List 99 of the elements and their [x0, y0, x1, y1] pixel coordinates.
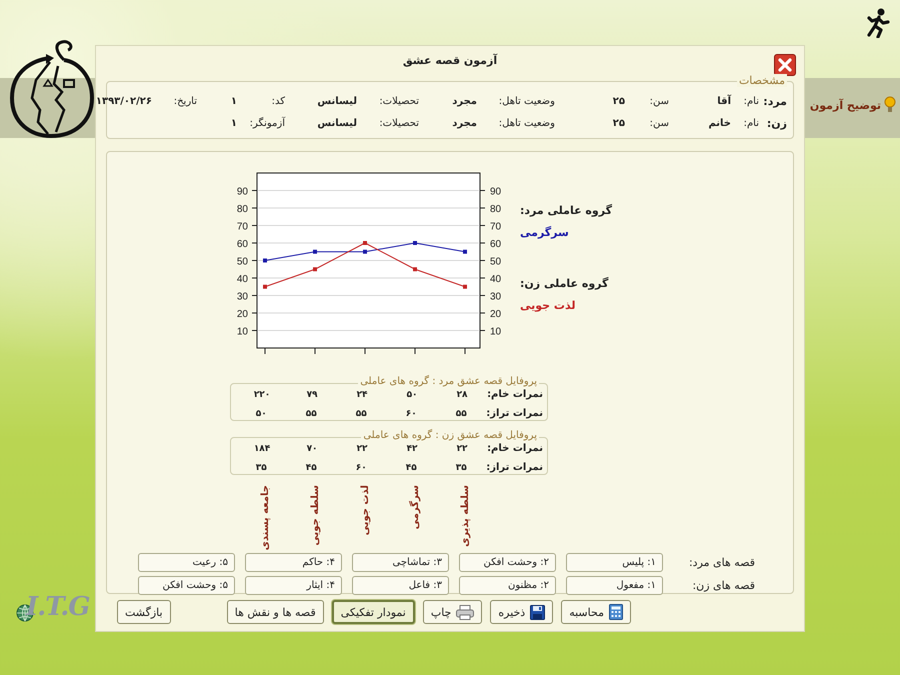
score-row-label: نمرات تراز: [486, 462, 544, 473]
factor-group-value: لذت جویی [520, 299, 576, 312]
score-value: ۵۵ [304, 408, 318, 418]
story-field: ۳: فاعل [352, 576, 449, 595]
field-value: ۲۵ [612, 118, 625, 128]
brand-logo-text: I.T.G [26, 592, 90, 622]
axis-tick-label: 20 [490, 309, 502, 320]
field-value: لیسانس [316, 118, 357, 128]
field-label: تحصیلات: [378, 96, 419, 106]
axis-tick-label: 30 [236, 292, 248, 302]
score-row-label: نمرات تراز: [486, 408, 544, 419]
story-field: ۱: پلیس [566, 553, 663, 572]
field-value: خانم [707, 118, 731, 128]
field-label: وضعیت تاهل: [498, 96, 555, 106]
field-label: نام: [742, 96, 759, 106]
score-value: ۶۰ [354, 462, 368, 472]
field-value: لیسانس [316, 96, 357, 106]
factor-name: جامعه پسندی [260, 485, 270, 550]
axis-tick-label: 40 [490, 274, 502, 285]
field-label: کد: [270, 96, 285, 106]
score-row-label: نمرات خام: [487, 443, 544, 454]
story-field: ۴: ایثار [245, 576, 342, 595]
score-value: ۷۹ [306, 390, 319, 400]
field-value: آقا [716, 96, 731, 106]
axis-tick-label: 30 [490, 292, 502, 302]
axis-tick-label: 50 [236, 256, 248, 268]
axis-tick-label: 60 [236, 239, 248, 250]
field-value: ۱۳۹۳/۰۲/۲۶ [96, 96, 152, 106]
factor-name: سرگرمی [410, 485, 420, 530]
story-field: ۳: تماشاچی [352, 553, 449, 572]
axis-tick-label: 70 [236, 222, 248, 232]
score-group-legend: پروفایل قصه عشق زن : گروه های عاملی [361, 430, 539, 441]
factor-group-label: گروه عاملی مرد: [520, 204, 612, 217]
score-value: ۲۲۰ [252, 390, 272, 400]
action-button[interactable]: ذخیره [490, 600, 554, 624]
score-row-label: نمرات خام: [487, 389, 544, 400]
help-link[interactable]: توضیح آزمون [810, 98, 881, 112]
story-field: ۲: وحشت افکن [459, 553, 556, 572]
stories-label: قصه های مرد: [688, 556, 755, 569]
axis-tick-label: 80 [490, 204, 502, 215]
field-label: آزمونگر: [248, 118, 285, 128]
field-label: وضعیت تاهل: [498, 118, 555, 128]
field-label: سن: [648, 118, 669, 128]
field-value: مجرد [451, 118, 477, 128]
field-label: تاریخ: [172, 96, 197, 106]
field-value: مجرد [451, 96, 477, 106]
field-value: ۲۵ [612, 96, 625, 106]
score-value: ۵۵ [354, 408, 368, 418]
story-field: ۲: مظنون [459, 576, 556, 595]
score-group-legend: پروفایل قصه عشق مرد : گروه های عاملی [358, 376, 539, 387]
score-value: ۵۰ [406, 390, 419, 400]
score-value: ۵۰ [254, 408, 268, 418]
factor-group-value: سرگرمی [520, 226, 569, 239]
score-value: ۶۰ [404, 408, 418, 418]
axis-tick-label: 60 [490, 239, 502, 250]
score-value: ۱۸۴ [252, 444, 272, 454]
axis-tick-label: 40 [236, 274, 248, 285]
score-value: ۲۸ [456, 390, 469, 400]
score-value: ۷۰ [306, 444, 319, 454]
score-value: ۲۲ [356, 444, 369, 454]
score-value: ۲۴ [356, 390, 369, 400]
score-value: ۴۲ [406, 444, 419, 454]
factor-name: سلطه جویی [310, 485, 320, 546]
score-value: ۴۵ [304, 462, 318, 472]
action-button[interactable]: محاسبه [561, 600, 631, 624]
axis-tick-label: 10 [236, 326, 248, 338]
action-button[interactable]: نمودار تفکیکی [332, 600, 415, 624]
score-value: ۴۵ [404, 462, 418, 472]
factor-group-label: گروه عاملی زن: [520, 277, 608, 290]
field-label: تحصیلات: [378, 118, 419, 128]
field-value: ۱ [230, 96, 237, 106]
story-field: ۴: حاکم [245, 553, 342, 572]
action-button[interactable]: چاپ [422, 600, 482, 624]
story-field: ۱: مفعول [566, 576, 663, 595]
axis-tick-label: 10 [490, 326, 502, 338]
stories-label: قصه های زن: [691, 579, 755, 592]
axis-tick-label: 90 [490, 186, 502, 198]
factor-name: لذت جویی [360, 485, 370, 536]
story-field: ۵: وحشت افکن [138, 576, 235, 595]
person-role: زن: [766, 116, 787, 130]
axis-tick-label: 90 [236, 186, 248, 198]
score-value: ۳۵ [254, 462, 268, 472]
details-legend: مشخصات [736, 74, 787, 87]
field-label: سن: [648, 96, 669, 106]
action-button[interactable]: قصه ها و نقش ها [226, 600, 324, 624]
field-value: ۱ [230, 118, 237, 128]
person-role: مرد: [762, 94, 787, 108]
field-label: نام: [742, 118, 759, 128]
window-title: آزمون قصه عشق [402, 54, 498, 66]
axis-tick-label: 80 [236, 204, 248, 215]
score-value: ۵۵ [454, 408, 468, 418]
score-value: ۳۵ [454, 462, 468, 472]
axis-tick-label: 50 [490, 256, 502, 268]
factor-name: سلطه پذیری [460, 485, 470, 547]
score-value: ۲۲ [456, 444, 469, 454]
axis-tick-label: 20 [236, 309, 248, 320]
axis-tick-label: 70 [490, 222, 502, 232]
story-field: ۵: رعیت [138, 553, 235, 572]
action-button[interactable]: بازگشت [117, 600, 171, 624]
